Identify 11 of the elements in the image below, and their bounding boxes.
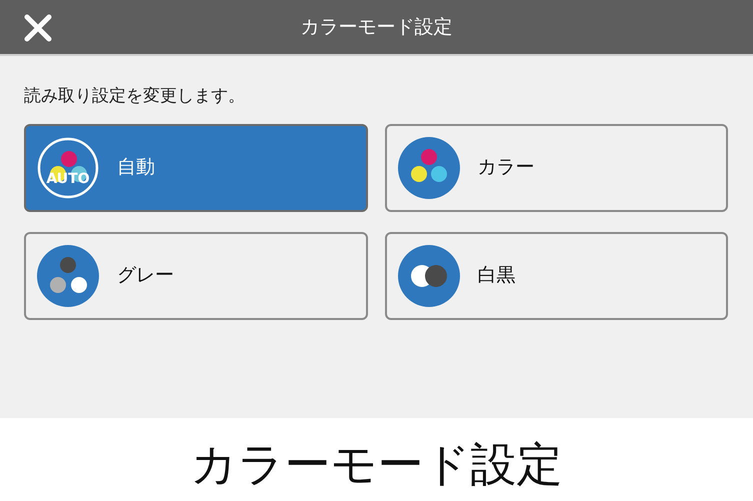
overlapping-circles-icon — [398, 244, 460, 306]
close-icon — [23, 13, 53, 43]
caption-text: カラーモード設定 — [190, 436, 562, 493]
color-mode-option[interactable]: グレー — [24, 232, 368, 320]
window-title: カラーモード設定 — [300, 16, 452, 38]
close-button[interactable] — [22, 12, 54, 44]
three-dots-icon — [398, 136, 460, 198]
instruction-text: 読み取り設定を変更します。 — [24, 85, 245, 108]
three-dots-icon — [37, 244, 99, 306]
color-mode-option[interactable]: 白黒 — [384, 232, 728, 320]
color-mode-option[interactable]: カラー — [384, 124, 728, 212]
